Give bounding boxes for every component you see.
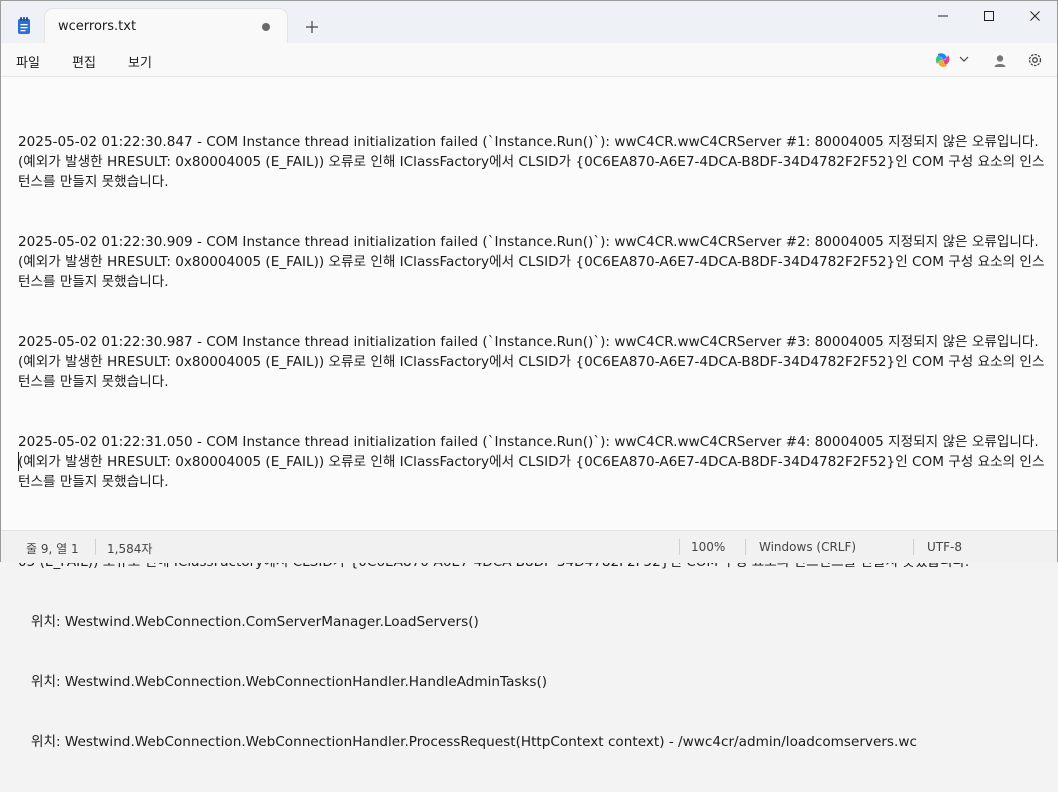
text-caret xyxy=(18,452,19,471)
maximize-button[interactable] xyxy=(965,5,1013,29)
status-divider xyxy=(679,539,680,555)
status-divider xyxy=(913,539,914,555)
status-divider xyxy=(745,539,746,555)
tab-wcerrors[interactable]: wcerrors.txt xyxy=(45,9,287,43)
menu-edit[interactable]: 편집 xyxy=(72,52,96,71)
close-icon xyxy=(1030,11,1040,21)
notepad-window: wcerrors.txt 파일 편집 보기 2025-05-02 01:22:3… xyxy=(0,0,1058,750)
account-icon[interactable] xyxy=(991,52,1009,70)
status-line-ending[interactable]: Windows (CRLF) xyxy=(759,540,856,554)
minimize-button[interactable] xyxy=(919,5,967,29)
status-char-count: 1,584자 xyxy=(107,542,153,556)
tab-unsaved-dot-icon[interactable] xyxy=(262,23,270,31)
text-line: 2025-05-02 01:22:30.847 - COM Instance t… xyxy=(18,134,1045,190)
plus-icon xyxy=(306,21,318,33)
status-bar: 줄 9, 열 1 1,584자 100% Windows (CRLF) UTF-… xyxy=(1,530,1057,563)
notepad-icon xyxy=(18,17,30,34)
status-cursor-position: 줄 9, 열 1 xyxy=(26,542,79,556)
close-button[interactable] xyxy=(1011,5,1058,29)
text-line: 위치: Westwind.WebConnection.WebConnection… xyxy=(18,734,917,750)
menu-bar: 파일 편집 보기 xyxy=(1,43,1057,77)
text-editor[interactable]: 2025-05-02 01:22:30.847 - COM Instance t… xyxy=(1,77,1057,750)
title-bar: wcerrors.txt xyxy=(1,1,1057,43)
gear-icon[interactable] xyxy=(1026,51,1044,69)
status-encoding[interactable]: UTF-8 xyxy=(927,540,962,554)
text-line: 2025-05-02 01:22:30.987 - COM Instance t… xyxy=(18,334,1045,390)
text-line: 2025-05-02 01:22:30.909 - COM Instance t… xyxy=(18,234,1045,290)
menu-file[interactable]: 파일 xyxy=(16,52,40,71)
chevron-down-icon[interactable] xyxy=(959,55,969,63)
status-divider xyxy=(95,539,96,555)
status-zoom[interactable]: 100% xyxy=(691,540,725,554)
text-line: 위치: Westwind.WebConnection.ComServerMana… xyxy=(18,614,479,630)
menu-view[interactable]: 보기 xyxy=(128,52,152,71)
maximize-icon xyxy=(984,11,994,21)
text-line: 위치: Westwind.WebConnection.WebConnection… xyxy=(18,674,548,690)
copilot-icon[interactable] xyxy=(934,51,952,69)
minimize-icon xyxy=(938,15,948,17)
text-line: 2025-05-02 01:22:31.050 - COM Instance t… xyxy=(18,434,1045,490)
editor-content[interactable]: 2025-05-02 01:22:30.847 - COM Instance t… xyxy=(18,92,1054,792)
tab-title: wcerrors.txt xyxy=(58,19,137,34)
new-tab-button[interactable] xyxy=(299,14,325,40)
